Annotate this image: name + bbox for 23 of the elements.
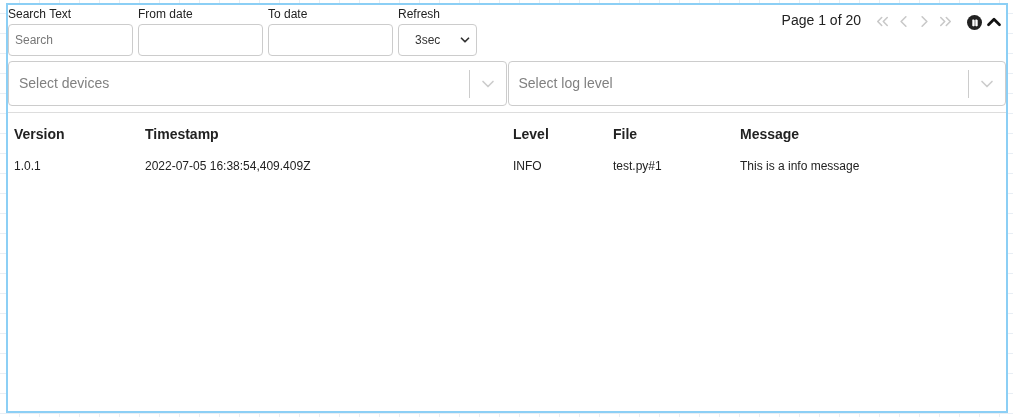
table-cell-text: 2022-07-05 16:38:54,409.409Z [145,158,312,174]
column-header: Timestamp [145,125,220,143]
column-header: Level [513,125,550,143]
table-cell-text: INFO [513,158,543,174]
field-label: From date [138,6,194,22]
search-field[interactable]: Search [8,24,133,56]
page-indicator: Page 1 of 20 [781,11,861,29]
date-field[interactable] [138,24,263,56]
refresh-select[interactable]: 3sec [398,24,477,56]
column-header: Version [14,125,66,143]
table-cell-text: test.py#1 [613,158,663,174]
field-label: Search Text [8,6,73,22]
table-cell-text: This is a info message [740,158,861,174]
table-cell-text: 1.0.1 [14,158,42,174]
dropdown-select[interactable]: Select devices [8,61,507,106]
field-label: To date [268,6,309,22]
field-label: Refresh [398,6,442,22]
column-header: Message [740,125,801,143]
pause-button[interactable] [967,15,982,30]
pause-icon [970,18,979,27]
date-field[interactable] [268,24,393,56]
dropdown-select[interactable]: Select log level [507,61,1006,106]
column-header: File [613,125,639,143]
